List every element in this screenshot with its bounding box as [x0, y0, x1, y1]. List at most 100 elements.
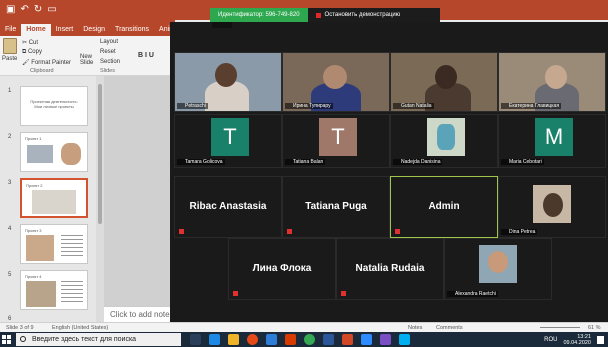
meeting-id: Идентификатор: 596-749-820: [210, 8, 308, 22]
slide-number: 2: [8, 134, 12, 140]
participant-tile-nadejda[interactable]: Nadejda Danisina: [390, 114, 498, 168]
slide-number: 4: [8, 226, 12, 232]
participant-tile-lina[interactable]: Лина Флока: [228, 238, 336, 300]
participant-tile-natalia-rudaia[interactable]: Natalia Rudaia: [336, 238, 444, 300]
language-indicator[interactable]: ROU: [544, 337, 557, 343]
scroll-thumb[interactable]: [98, 84, 102, 224]
firefox-icon[interactable]: [247, 334, 258, 345]
ribbon-tabs: File Home Insert Design Transitions Anim…: [0, 20, 179, 36]
avatar: T: [211, 118, 249, 156]
avatar: [479, 245, 517, 283]
new-slide-button[interactable]: New Slide: [80, 54, 96, 66]
format-painter-button[interactable]: 🖌 Format Painter: [22, 59, 71, 66]
slide-thumb-title: Проект 4: [25, 274, 42, 279]
participant-video-irina[interactable]: Ирина Тупирару: [282, 52, 390, 112]
thumbnails-scrollbar[interactable]: [96, 76, 104, 322]
clock[interactable]: 13:21 09.04.2020: [563, 334, 591, 346]
paste-icon[interactable]: [3, 38, 17, 54]
stop-share-label: Остановить демонстрацию: [324, 12, 401, 18]
participant-video-ekaterina[interactable]: Екатерина Главицкая: [498, 52, 606, 112]
cut-button[interactable]: ✂ Cut: [22, 39, 38, 46]
participant-name: Admin: [428, 201, 460, 212]
zoom-level[interactable]: 61 %: [588, 325, 601, 331]
comments-button[interactable]: Comments: [436, 325, 463, 331]
redo-icon[interactable]: ↻: [34, 4, 42, 15]
mail-icon[interactable]: [266, 334, 277, 345]
tab-insert[interactable]: Insert: [51, 24, 79, 36]
clock-date: 09.04.2020: [563, 340, 591, 346]
participant-tile-admin[interactable]: Admin: [390, 176, 498, 238]
avatar-figure: [437, 124, 455, 150]
paste-button[interactable]: Paste: [2, 56, 17, 62]
participant-tile-dina[interactable]: Dina Petrea: [498, 176, 606, 238]
participant-video-gutan[interactable]: Gutan Natalia: [390, 52, 498, 112]
tab-design[interactable]: Design: [78, 24, 110, 36]
file-explorer-icon[interactable]: [228, 334, 239, 345]
search-icon: [20, 336, 26, 342]
participant-tile-ribac[interactable]: Ribac Anastasia: [174, 176, 282, 238]
slide-thumbnail-3[interactable]: Проект 2: [20, 178, 88, 218]
participant-tile-alexandra[interactable]: Alexandra Raetchi: [444, 238, 552, 300]
participant-name: Tamara Golicova: [177, 159, 225, 165]
stop-share-button[interactable]: Остановить демонстрацию: [308, 12, 409, 18]
ribbon-home: Paste ✂ Cut ⧉ Copy 🖌 Format Painter New …: [0, 36, 175, 76]
participant-tile-tamara[interactable]: T Tamara Golicova: [174, 114, 282, 168]
app-icon[interactable]: [342, 334, 353, 345]
slide-image: [32, 190, 76, 214]
notifications-icon[interactable]: [597, 336, 604, 344]
slide-thumbnail-2[interactable]: Проект 1: [20, 132, 88, 172]
language-indicator[interactable]: English (United States): [52, 325, 108, 331]
slides-group-label: Slides: [100, 68, 115, 74]
slide-editor[interactable]: [104, 76, 170, 322]
avatar: T: [319, 118, 357, 156]
muted-mic-icon: [287, 229, 292, 234]
undo-icon[interactable]: ↶: [20, 4, 28, 15]
zoom-gallery-window: Petraschi Ирина Тупирару Gutan Natalia Е…: [170, 22, 608, 322]
slide-image: [61, 143, 81, 165]
powerpoint-icon[interactable]: [285, 334, 296, 345]
participant-name: Tatiana Puga: [305, 201, 367, 212]
taskbar-search-input[interactable]: Введите здесь текст для поиска: [16, 333, 181, 346]
layout-button[interactable]: Layout: [100, 39, 118, 45]
zoom-app-icon[interactable]: [361, 334, 372, 345]
participant-tile-tatiana-puga[interactable]: Tatiana Puga: [282, 176, 390, 238]
task-view-icon[interactable]: [190, 334, 201, 345]
person-head: [435, 65, 457, 89]
participant-name: Natalia Rudaia: [355, 263, 425, 274]
present-icon[interactable]: ▭: [47, 4, 56, 15]
skype-icon[interactable]: [399, 334, 410, 345]
format-painter-label: Format Painter: [31, 60, 71, 66]
status-bar: Slide 3 of 9 English (United States) Not…: [0, 322, 608, 332]
muted-mic-icon: [395, 229, 400, 234]
zoom-slider[interactable]: [540, 327, 580, 328]
chrome-icon[interactable]: [304, 334, 315, 345]
copy-button[interactable]: ⧉ Copy: [22, 49, 42, 56]
avatar-figure: [543, 193, 563, 217]
section-button[interactable]: Section: [100, 59, 120, 65]
edge-icon[interactable]: [209, 334, 220, 345]
person-head: [545, 65, 567, 89]
reset-button[interactable]: Reset: [100, 49, 116, 55]
participant-name: Dina Petrea: [501, 229, 538, 235]
tab-home[interactable]: Home: [21, 24, 51, 36]
participant-video-petraschi[interactable]: Petraschi: [174, 52, 282, 112]
tab-file[interactable]: File: [0, 24, 21, 36]
word-icon[interactable]: [323, 334, 334, 345]
slide-text-block: [61, 281, 83, 305]
participant-tile-maria[interactable]: M Maria Cebotari: [498, 114, 606, 168]
muted-mic-icon: [341, 291, 346, 296]
notes-pane[interactable]: Click to add notes: [104, 306, 174, 322]
viber-icon[interactable]: [380, 334, 391, 345]
slide-thumbnail-5[interactable]: Проект 4: [20, 270, 88, 310]
windows-start-icon[interactable]: [2, 335, 12, 345]
bold-italic-buttons[interactable]: B I U: [138, 52, 154, 59]
save-icon[interactable]: ▣: [6, 4, 15, 15]
participant-name: Лина Флока: [252, 263, 312, 274]
participant-name: Alexandra Raetchi: [447, 291, 498, 297]
tab-transitions[interactable]: Transitions: [110, 24, 154, 36]
slide-thumbnail-4[interactable]: Проект 3: [20, 224, 88, 264]
system-tray: ROU 13:21 09.04.2020: [544, 334, 604, 346]
participant-tile-tatiana-balan[interactable]: T Tatiana Balan: [282, 114, 390, 168]
slide-thumbnail-1[interactable]: Проектная деятельность: Мои личные проек…: [20, 86, 88, 126]
notes-button[interactable]: Notes: [408, 325, 422, 331]
